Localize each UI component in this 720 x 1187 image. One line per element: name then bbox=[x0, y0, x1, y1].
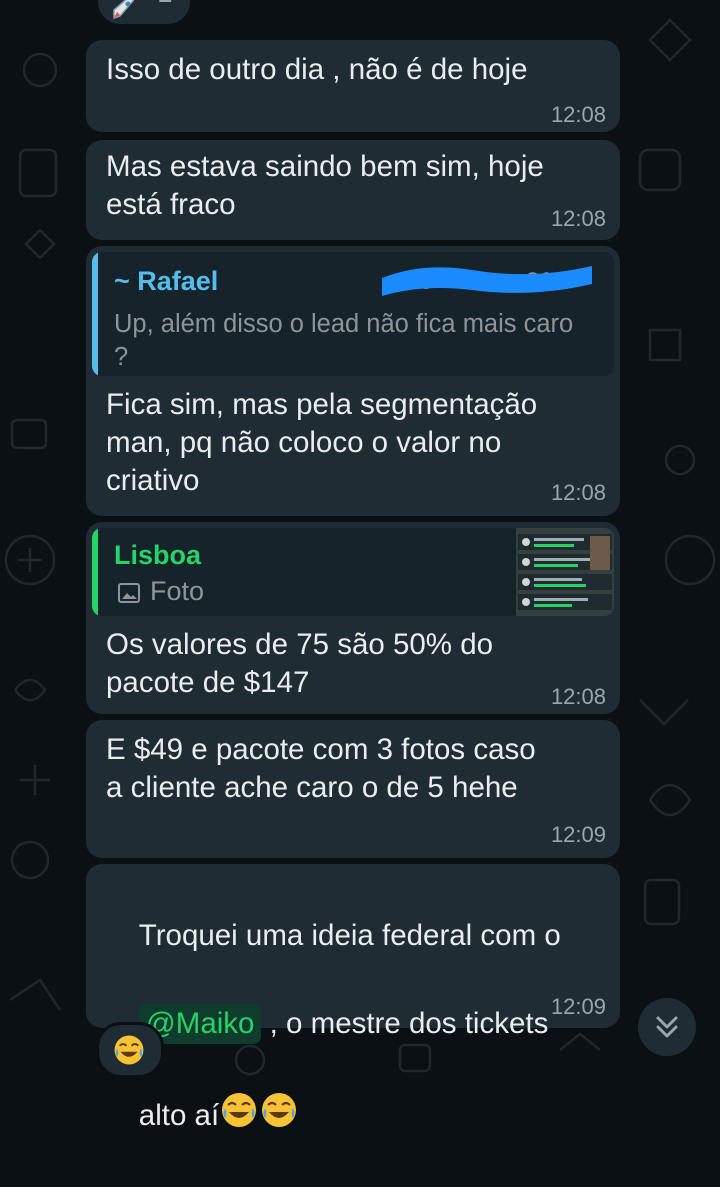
laughing-emoji-icon bbox=[219, 1090, 259, 1143]
message-text: Troquei uma ideia federal com o @Maiko ,… bbox=[106, 870, 602, 1187]
message-bubble[interactable]: Troquei uma ideia federal com o @Maiko ,… bbox=[86, 864, 620, 1132]
message-text: E $49 e pacote com 3 fotos caso a client… bbox=[106, 733, 536, 804]
message-bubble[interactable]: Lisboa Foto Os valores de 75 são 50% do … bbox=[86, 522, 620, 714]
quote-bar bbox=[92, 528, 98, 616]
message-bubble[interactable]: E $49 e pacote com 3 fotos caso a client… bbox=[86, 720, 620, 858]
laughing-emoji-icon bbox=[259, 1090, 299, 1143]
message-line: Troquei uma ideia federal com o bbox=[138, 919, 561, 952]
reaction-chip[interactable]: 2 bbox=[98, 0, 190, 24]
message-time: 12:08 bbox=[550, 102, 606, 127]
message-text: Isso de outro dia , não é de hoje bbox=[106, 53, 528, 86]
rocket-icon bbox=[110, 0, 138, 27]
message-time: 12:09 bbox=[550, 994, 606, 1019]
message-line: , o mestre dos tickets bbox=[261, 1007, 549, 1040]
message-text: Os valores de 75 são 50% do pacote de $1… bbox=[106, 628, 494, 699]
message-line: alto aí bbox=[138, 1099, 220, 1132]
quote-author: Lisboa bbox=[114, 540, 202, 570]
message-bubble[interactable]: Isso de outro dia , não é de hoje 12:08 bbox=[86, 40, 620, 132]
quoted-message[interactable]: Lisboa Foto bbox=[92, 528, 614, 616]
quote-bar bbox=[92, 252, 98, 376]
message-time: 12:08 bbox=[550, 684, 606, 709]
reaction-chip[interactable] bbox=[96, 1022, 164, 1078]
quote-media-label: Foto bbox=[150, 576, 205, 606]
reaction-count: 2 bbox=[158, 0, 172, 9]
message-text: Fica sim, mas pela segmentação man, pq n… bbox=[106, 388, 538, 497]
message-text: Mas estava saindo bem sim, hoje está fra… bbox=[106, 150, 544, 221]
message-time: 12:08 bbox=[550, 480, 606, 505]
double-chevron-down-icon bbox=[653, 1012, 681, 1047]
scroll-to-bottom-button[interactable] bbox=[638, 998, 696, 1056]
message-time: 12:08 bbox=[550, 206, 606, 231]
quote-author: ~ Rafael bbox=[114, 266, 219, 296]
quote-thumbnail[interactable] bbox=[516, 528, 614, 616]
quote-text: Up, além disso o lead não fica mais caro… bbox=[114, 310, 574, 371]
message-bubble[interactable]: Mas estava saindo bem sim, hoje está fra… bbox=[86, 140, 620, 240]
laughing-emoji-icon bbox=[112, 1033, 146, 1072]
message-time: 12:09 bbox=[550, 822, 606, 847]
photo-icon bbox=[118, 583, 140, 608]
redaction-mark bbox=[382, 266, 592, 296]
quoted-message[interactable]: ~ Rafael +55 ·· ·····-··36 Up, além diss… bbox=[92, 252, 614, 376]
message-bubble[interactable]: ~ Rafael +55 ·· ·····-··36 Up, além diss… bbox=[86, 246, 620, 516]
